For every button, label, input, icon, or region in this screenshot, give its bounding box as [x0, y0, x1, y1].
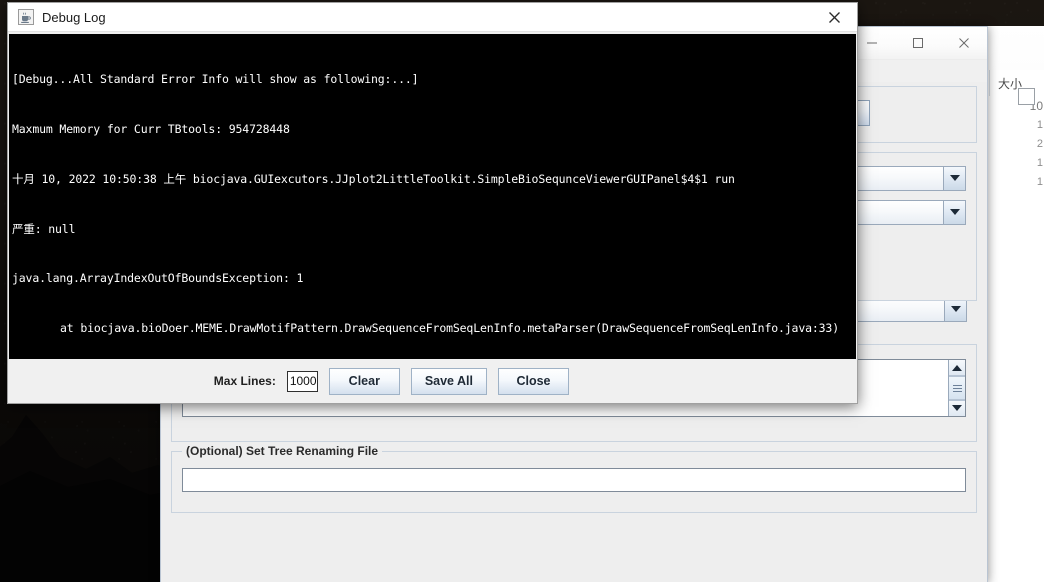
- explorer-row-size[interactable]: 10: [987, 96, 1044, 115]
- chevron-down-icon[interactable]: [943, 200, 965, 224]
- debug-log-title: Debug Log: [42, 9, 106, 25]
- file-explorer-panel[interactable]: 大小 10 1 2 1 1: [986, 26, 1044, 582]
- close-icon[interactable]: [811, 4, 857, 31]
- console-line: 严重: null: [12, 221, 76, 236]
- debug-log-titlebar[interactable]: Debug Log: [8, 3, 857, 32]
- console-line: at biocjava.bioDoer.MEME.DrawMotifPatter…: [60, 321, 839, 336]
- explorer-row-size[interactable]: 2: [987, 134, 1044, 153]
- group-renaming-title: (Optional) Set Tree Renaming File: [182, 444, 383, 458]
- explorer-column-size[interactable]: 大小: [989, 70, 1044, 96]
- desktop-screen: 大小 10 1 2 1 1 (Optional) Set Tree Renami…: [0, 0, 1044, 582]
- chevron-down-icon[interactable]: [943, 166, 965, 190]
- explorer-row-size[interactable]: 1: [987, 153, 1044, 172]
- console-line: java.lang.ArrayIndexOutOfBoundsException…: [12, 271, 304, 286]
- maximize-icon[interactable]: [895, 28, 941, 59]
- scroll-down-icon[interactable]: [949, 399, 965, 416]
- save-all-button[interactable]: Save All: [410, 367, 487, 395]
- close-button[interactable]: Close: [498, 367, 569, 395]
- group-tree-renaming-file: (Optional) Set Tree Renaming File: [171, 444, 977, 513]
- scroll-up-icon[interactable]: [949, 360, 965, 377]
- explorer-row-size[interactable]: 1: [987, 172, 1044, 191]
- newick-scrollbar[interactable]: [948, 360, 965, 416]
- debug-log-footer: Max Lines: 1000 Clear Save All Close: [8, 359, 857, 403]
- console-line: 十月 10, 2022 10:50:38 上午 biocjava.GUIexcu…: [12, 171, 735, 186]
- console-line: [Debug...All Standard Error Info will sh…: [12, 72, 419, 87]
- console-line: Maxmum Memory for Curr TBtools: 95472844…: [12, 121, 290, 136]
- scroll-thumb[interactable]: [949, 376, 965, 400]
- tree-renaming-file-field[interactable]: [182, 468, 966, 492]
- debug-log-dialog[interactable]: Debug Log [Debug...All Standard Error In…: [7, 2, 858, 404]
- explorer-row-size[interactable]: 1: [987, 115, 1044, 134]
- max-lines-label: Max Lines:: [213, 374, 276, 388]
- explorer-header: [987, 26, 1044, 70]
- close-icon[interactable]: [941, 28, 987, 59]
- java-coffee-cup-icon: [18, 9, 34, 25]
- debug-log-console[interactable]: [Debug...All Standard Error Info will sh…: [9, 34, 856, 359]
- explorer-select-checkbox[interactable]: [1018, 88, 1035, 105]
- max-lines-input[interactable]: 1000: [286, 370, 318, 392]
- clear-button[interactable]: Clear: [328, 367, 400, 395]
